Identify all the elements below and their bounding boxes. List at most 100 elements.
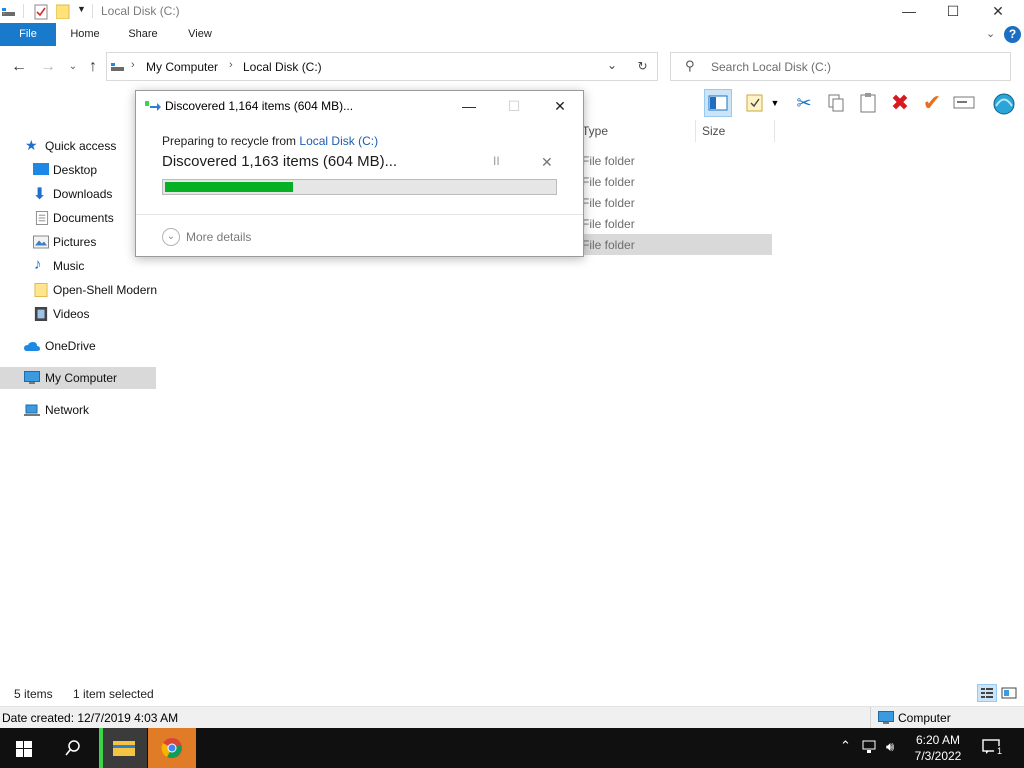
minimize-button[interactable]: — [886,0,932,23]
clock-date: 7/3/2022 [914,749,962,763]
volume-icon[interactable]: 🔊︎ [886,739,894,755]
location-indicator: Computer [870,707,1024,729]
computer-icon [878,711,894,724]
delete-icon[interactable]: ✖ [886,89,914,117]
network-icon [24,404,40,416]
file-explorer-taskbar-button[interactable] [99,728,147,768]
help-button[interactable]: ? [1004,26,1021,43]
dialog-close-button[interactable]: ✕ [548,95,572,117]
back-button[interactable]: ← [8,56,30,78]
notifications-button[interactable]: 1 [982,739,1005,757]
recycle-operation-icon [145,101,161,111]
sidebar-item-desktop[interactable]: Desktop [0,159,156,181]
chevron-down-icon: ⌄ [162,228,180,246]
breadcrumb-separator[interactable]: › [229,59,233,71]
file-row[interactable]: File folder [576,171,772,192]
check-icon[interactable]: ✔ [918,89,946,117]
up-button[interactable]: ↑ [82,56,104,78]
clock[interactable]: 6:20 AM 7/3/2022 [904,732,972,764]
download-icon: ⬇ [33,186,47,203]
sidebar-item-pictures[interactable]: Pictures [0,231,156,253]
sidebar-item-label: Music [53,259,85,273]
new-folder-icon[interactable] [56,4,70,19]
sidebar-item-label: Videos [53,307,90,321]
sidebar-item-music[interactable]: ♪ Music [0,255,156,277]
breadcrumb-separator[interactable]: › [131,59,135,71]
sidebar-item-onedrive[interactable]: OneDrive [0,335,156,357]
sidebar-item-downloads[interactable]: ⬇ Downloads [0,183,156,205]
sidebar-item-documents[interactable]: Documents [0,207,156,229]
location-label: Computer [898,711,951,725]
source-location-link[interactable]: Local Disk (C:) [299,134,378,148]
dialog-divider [136,214,583,215]
cut-icon[interactable]: ✂ [790,89,818,117]
tab-share[interactable]: Share [120,23,166,46]
file-row[interactable]: File folder [576,192,772,213]
sidebar-item-label: Desktop [53,163,98,177]
tab-file[interactable]: File [0,23,56,46]
breadcrumb-local-disk[interactable]: Local Disk (C:) [243,60,322,74]
sidebar-item-videos[interactable]: Videos [0,303,156,325]
paste-icon[interactable] [854,89,882,117]
file-type: File folder [582,154,635,168]
sidebar-item-label: Downloads [53,187,113,201]
close-button[interactable]: ✕ [975,0,1021,23]
ribbon-expand-icon[interactable]: ⌄ [986,27,995,40]
toolbar: ▼ ✂ ✖ ✔ [700,89,1024,119]
file-row[interactable]: File folder [576,150,772,171]
search-button[interactable] [50,728,96,768]
address-bar[interactable]: › My Computer › Local Disk (C:) ⌄ [106,52,658,81]
preview-pane-icon[interactable] [704,89,732,117]
forward-button[interactable]: → [37,56,59,78]
dialog-minimize-button[interactable]: — [457,95,481,117]
show-hidden-icons-icon[interactable]: ⌃ [840,738,851,754]
item-count: 5 items [14,687,53,701]
address-dropdown-icon[interactable]: ⌄ [607,58,617,72]
refresh-button[interactable]: ↻ [628,52,658,81]
computer-icon [111,63,124,71]
search-icon [65,740,80,756]
sidebar-item-label: Network [45,403,90,417]
start-button[interactable] [0,728,48,768]
open-shell-icon[interactable] [990,89,1018,117]
maximize-button[interactable]: ☐ [930,0,976,23]
breadcrumb-my-computer[interactable]: My Computer [146,60,218,74]
large-icons-view-button[interactable] [999,684,1019,702]
chrome-taskbar-button[interactable] [148,728,196,768]
column-separator[interactable] [695,120,696,142]
sidebar-item-open-shell-modern[interactable]: Open-Shell Modern [0,279,157,301]
navigation-pane: ★ Quick access Desktop ⬇ Downloads Docum… [0,130,157,675]
recent-locations-button[interactable]: ⌄ [62,56,84,78]
computer-icon [24,371,40,384]
search-box[interactable]: ⚲ Search Local Disk (C:) [670,52,1011,81]
folder-icon [34,283,48,297]
rename-icon[interactable] [950,89,978,117]
status-bar: 5 items 1 item selected [0,684,1024,706]
pictures-icon [33,235,49,249]
column-header-size[interactable]: Size [702,124,725,138]
pause-button[interactable]: II [493,154,500,168]
customize-quick-access-icon[interactable]: ▼ [77,4,86,14]
sidebar-item-label: Documents [53,211,114,225]
tab-home[interactable]: Home [62,23,108,46]
network-tray-icon[interactable] [862,740,878,754]
column-header-type[interactable]: Type [582,124,608,138]
properties-icon[interactable] [742,89,770,117]
sidebar-item-quick-access[interactable]: ★ Quick access [0,135,156,157]
cancel-operation-button[interactable]: ✕ [541,154,553,171]
file-row[interactable]: File folder [576,213,772,234]
column-separator[interactable] [774,120,775,142]
date-created: Date created: 12/7/2019 4:03 AM [2,711,179,725]
sidebar-item-my-computer[interactable]: My Computer [0,367,156,389]
properties-icon[interactable] [34,4,48,20]
title-bar: ▼ Local Disk (C:) — ☐ ✕ [0,0,1024,23]
details-view-button[interactable] [977,684,997,702]
ribbon-tabs: File Home Share View ⌄ [0,23,1024,46]
selection-count: 1 item selected [73,687,154,701]
file-row-selected[interactable]: File folder [576,234,772,255]
chrome-icon [161,738,182,759]
tab-view[interactable]: View [178,23,222,46]
copy-icon[interactable] [822,89,850,117]
properties-dropdown-icon[interactable]: ▼ [768,89,782,117]
sidebar-item-network[interactable]: Network [0,399,156,421]
